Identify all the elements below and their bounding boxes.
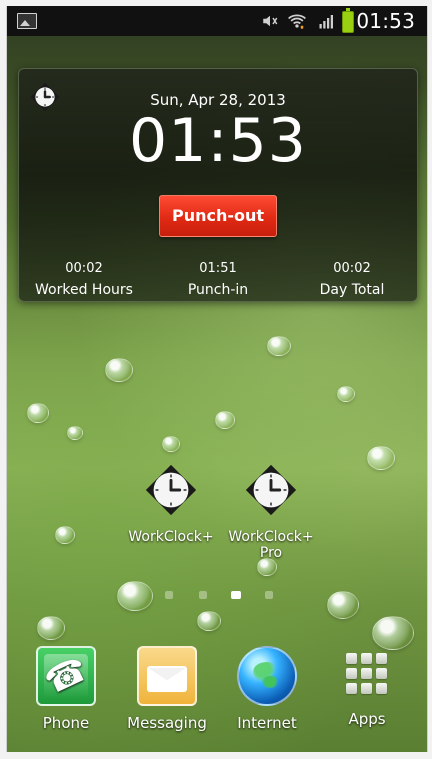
dock-item-phone[interactable]: Phone — [21, 646, 111, 732]
water-droplet — [105, 358, 133, 382]
stat-value: 00:02 — [333, 261, 371, 276]
water-droplet — [55, 526, 75, 544]
messaging-icon — [137, 646, 197, 706]
workclock-widget[interactable]: Sun, Apr 28, 2013 01:53 Punch-out 00:02 … — [18, 68, 418, 302]
wifi-icon — [288, 14, 306, 29]
page-dot[interactable] — [165, 591, 173, 599]
app-workclock-plus-pro[interactable]: WorkClock+ Pro — [221, 461, 321, 561]
stat-day-total: 00:02 Day Total — [287, 261, 417, 299]
water-droplet — [267, 336, 291, 356]
water-droplet — [367, 446, 395, 470]
punch-out-button[interactable]: Punch-out — [159, 195, 277, 237]
water-droplet — [372, 616, 414, 650]
water-droplet — [67, 426, 83, 440]
phone-screen: 01:53 Sun, Apr 28, 2013 01:53 Punch-out … — [6, 6, 428, 752]
clock-icon — [245, 464, 297, 516]
water-droplet — [337, 386, 355, 402]
dock-label: Apps — [348, 710, 386, 728]
globe-icon — [237, 646, 297, 706]
water-droplet — [37, 616, 65, 640]
water-droplet — [327, 591, 359, 619]
stat-value: 01:51 — [199, 261, 237, 276]
app-label: WorkClock+ — [128, 529, 214, 545]
water-droplet — [117, 581, 153, 611]
page-dot[interactable] — [199, 591, 207, 599]
stat-worked-hours: 00:02 Worked Hours — [19, 261, 149, 299]
signal-icon — [319, 15, 333, 29]
battery-icon — [342, 8, 354, 33]
app-workclock-plus[interactable]: WorkClock+ — [121, 461, 221, 545]
stat-label: Day Total — [319, 282, 385, 298]
clock-icon — [145, 464, 197, 516]
water-droplet — [162, 436, 180, 452]
dock-label: Messaging — [127, 714, 207, 732]
page-indicator — [165, 591, 285, 601]
water-droplet — [197, 611, 221, 631]
mute-icon — [263, 15, 278, 27]
dock-label: Phone — [42, 714, 90, 732]
stat-label: Punch-in — [187, 282, 249, 298]
page-dot[interactable] — [265, 591, 273, 599]
status-time: 01:53 — [356, 9, 415, 33]
app-label: WorkClock+ Pro — [228, 529, 314, 561]
gallery-icon — [17, 13, 37, 29]
dock-label: Internet — [237, 714, 297, 732]
dock-item-messaging[interactable]: Messaging — [122, 646, 212, 732]
water-droplet — [215, 411, 235, 429]
widget-time: 01:53 — [129, 106, 307, 176]
phone-icon — [36, 646, 96, 706]
dock-item-internet[interactable]: Internet — [222, 646, 312, 732]
water-droplet — [27, 403, 49, 423]
stat-punch-in: 01:51 Punch-in — [153, 261, 283, 299]
status-bar: 01:53 — [7, 6, 427, 36]
stat-value: 00:02 — [65, 261, 103, 276]
stat-label: Worked Hours — [35, 282, 133, 298]
page-dot-active[interactable] — [231, 591, 241, 599]
dock-item-apps[interactable]: Apps — [322, 646, 412, 728]
apps-grid-icon — [339, 646, 395, 702]
